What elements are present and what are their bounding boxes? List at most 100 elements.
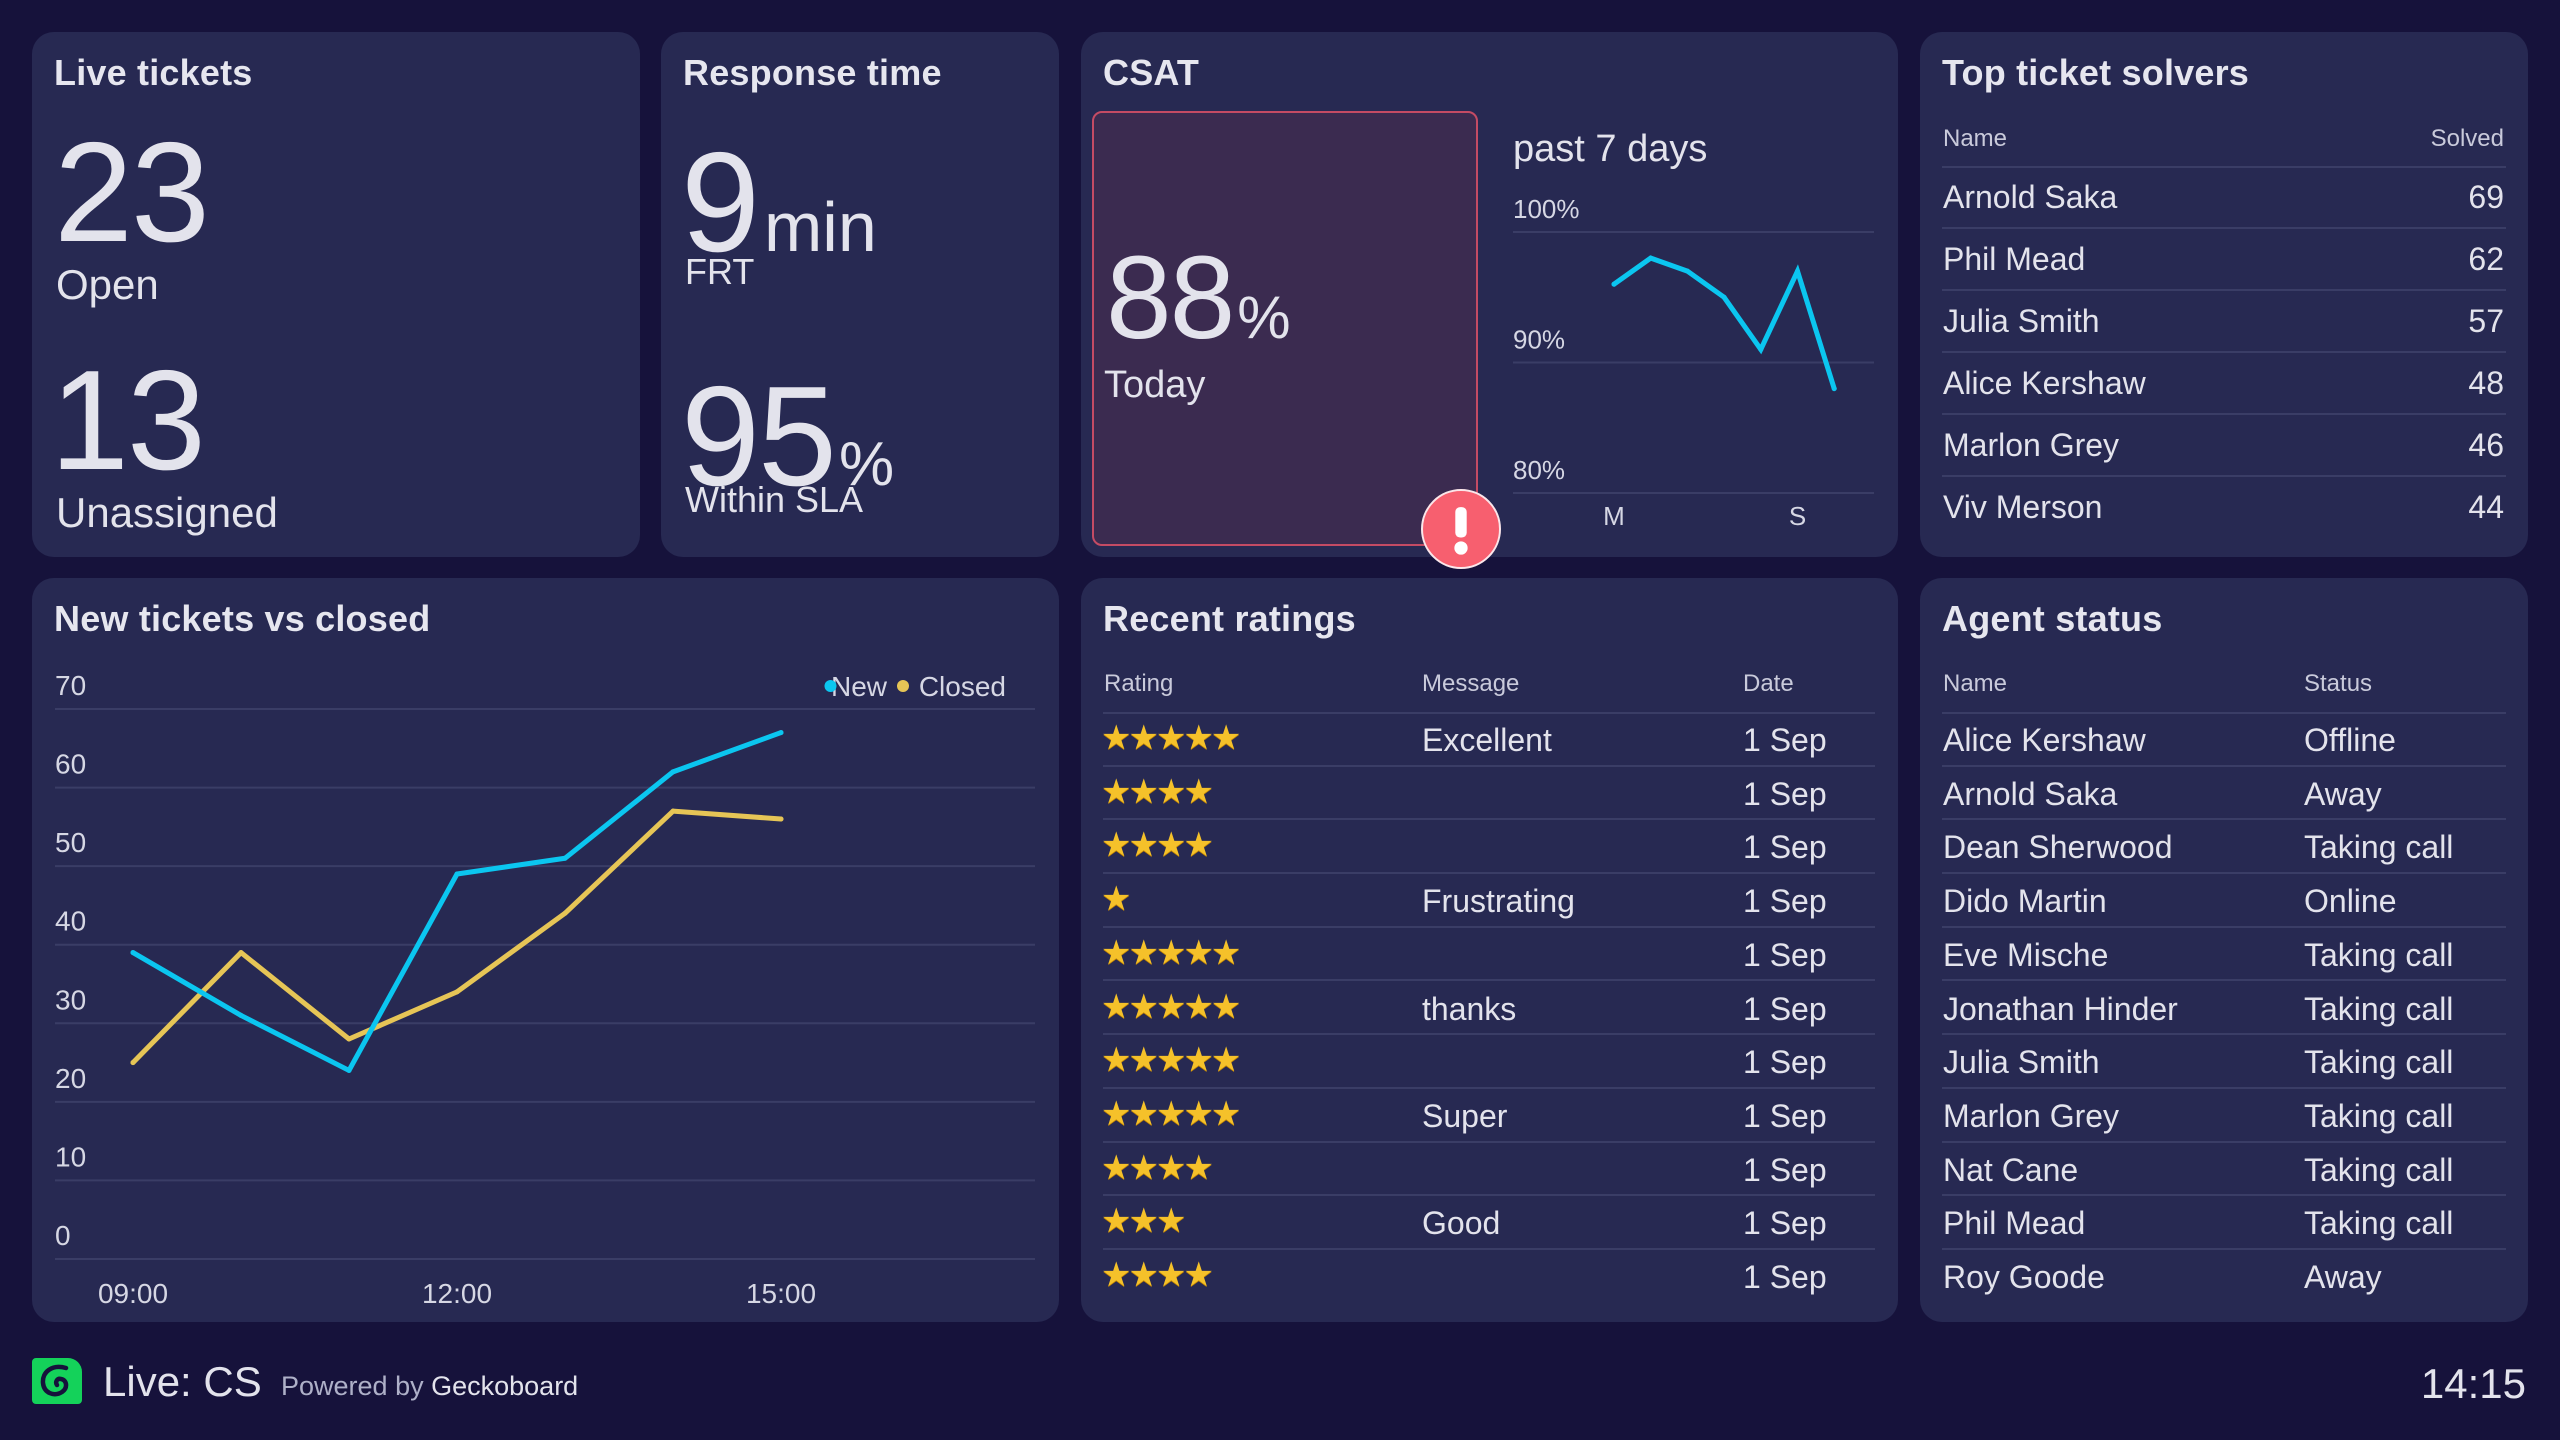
table-row: ★★★ Good 1 Sep	[1081, 1195, 1898, 1250]
agent-name: Dean Sherwood	[1943, 829, 2173, 866]
frt-label: FRT	[685, 251, 755, 292]
sla-label: Within SLA	[685, 479, 864, 520]
rating-date: 1 Sep	[1743, 1259, 1827, 1295]
table-row: Alice Kershaw 48	[1920, 352, 2528, 415]
rating-message: Frustrating	[1422, 883, 1575, 920]
rating-date: 1 Sep	[1743, 1097, 1827, 1134]
agent-status: Taking call	[2304, 1044, 2454, 1081]
y-tick-label: 40	[55, 906, 86, 937]
data-point-closed	[670, 808, 676, 814]
agent-status: Taking call	[2304, 936, 2454, 973]
column-header-message: Message	[1422, 670, 1520, 697]
data-point-csat	[1758, 346, 1764, 352]
x-tick-label: 12:00	[422, 1278, 492, 1309]
solver-name: Viv Merson	[1943, 489, 2103, 525]
csat-today-value: 88	[1106, 232, 1235, 364]
y-tick-label: 30	[55, 984, 86, 1015]
data-point-closed	[130, 1060, 136, 1066]
table-row: Arnold Saka 69	[1920, 166, 2528, 229]
table-row: Phil Mead 62	[1920, 228, 2528, 291]
agent-status: Away	[2304, 775, 2382, 812]
data-point-csat	[1831, 386, 1837, 392]
table-row: Alice Kershaw Offline	[1920, 712, 2528, 767]
table-row: Nat Cane Taking call	[1920, 1142, 2528, 1197]
table-row: Arnold Saka Away	[1920, 766, 2528, 821]
solver-count: 57	[2468, 303, 2504, 339]
rating-date: 1 Sep	[1743, 775, 1827, 812]
table-row: ★★★★★ 1 Sep	[1081, 1034, 1898, 1089]
table-row: Phil Mead Taking call	[1920, 1195, 2528, 1250]
data-point-new	[130, 950, 136, 956]
data-point-closed	[346, 1036, 352, 1042]
rating-date: 1 Sep	[1743, 936, 1827, 973]
column-header-name: Name	[1943, 670, 2008, 697]
csat-today-label: Today	[1104, 364, 1206, 406]
new-vs-closed-chart: 0 10 20 30 40 50 60 70 09:00 12:00 15:00 Closed New	[55, 670, 1035, 1309]
exclamation-icon[interactable]	[1421, 489, 1501, 569]
agent-name: Dido Martin	[1943, 883, 2107, 920]
response-time-widget: Response time 9min FRT 95% Within SLA	[661, 32, 1059, 557]
solver-name: Alice Kershaw	[1943, 365, 2146, 401]
data-point-closed	[454, 989, 460, 995]
unassigned-tickets-value: 13	[50, 341, 206, 500]
table-row: ★★★★ 1 Sep	[1081, 766, 1898, 821]
frt-unit: min	[763, 188, 877, 266]
agent-status: Taking call	[2304, 990, 2454, 1027]
star-rating-icon: ★★★★	[1101, 1148, 1214, 1187]
solver-count: 44	[2468, 489, 2504, 525]
column-header-status: Status	[2304, 670, 2373, 697]
data-point-new	[346, 1067, 352, 1073]
solver-name: Phil Mead	[1943, 241, 2086, 277]
x-tick-label: 09:00	[98, 1278, 168, 1309]
logo-swirl	[40, 1364, 69, 1397]
agent-status: Away	[2304, 1259, 2382, 1295]
table-row: Viv Merson 44	[1920, 476, 2528, 538]
y-tick-label: 100%	[1513, 194, 1580, 224]
table-row: Marlon Grey 46	[1920, 414, 2528, 477]
data-point-new	[238, 1012, 244, 1018]
legend-label-new: New	[831, 671, 888, 702]
agent-status: Taking call	[2304, 829, 2454, 866]
table-row: ★ Frustrating 1 Sep	[1081, 873, 1898, 928]
data-point-csat	[1611, 281, 1617, 287]
data-point-new	[454, 871, 460, 877]
table-row: ★★★★★ 1 Sep	[1081, 927, 1898, 982]
solver-count: 69	[2468, 179, 2504, 215]
open-tickets-label: Open	[56, 261, 159, 308]
recent-ratings-widget: Recent ratings Rating Message Date ★★★★★…	[1081, 578, 1898, 1322]
table-row: Roy Goode Away	[1920, 1249, 2528, 1303]
csat-widget: CSAT 88% Today past 7 days 100% 90% 80% M S	[1081, 32, 1898, 569]
legend-label-closed: Closed	[919, 671, 1006, 702]
solver-name: Marlon Grey	[1943, 427, 2120, 463]
y-tick-label: 90%	[1513, 325, 1565, 355]
agent-name: Phil Mead	[1943, 1205, 2086, 1242]
series-line-new	[130, 730, 784, 1073]
exclamation-glyph	[1454, 507, 1468, 555]
agent-status: Taking call	[2304, 1097, 2454, 1134]
rating-message: Super	[1422, 1097, 1508, 1134]
open-tickets-value: 23	[54, 113, 210, 272]
agent-name: Eve Mische	[1943, 936, 2109, 973]
live-tickets-widget: Live tickets 23 Open 13 Unassigned	[32, 32, 640, 557]
legend-dot-new	[824, 680, 837, 692]
agent-status-widget: Agent status Name Status Alice Kershaw Of…	[1920, 578, 2528, 1322]
csat-today-group: 88%	[1106, 239, 1291, 357]
geckoboard-logo-icon	[32, 1358, 82, 1404]
solver-name: Arnold Saka	[1943, 179, 2118, 215]
table-row: Dido Martin Online	[1920, 873, 2528, 928]
star-rating-icon: ★	[1101, 880, 1132, 919]
column-header-rating: Rating	[1104, 670, 1174, 697]
data-point-csat	[1648, 255, 1654, 261]
data-point-csat	[1795, 268, 1800, 274]
data-point-csat	[1721, 294, 1727, 300]
rating-date: 1 Sep	[1743, 722, 1827, 758]
legend-dot-closed	[897, 680, 909, 692]
widget-title: Recent ratings	[1103, 598, 1356, 639]
solver-count: 48	[2468, 365, 2504, 401]
column-header-date: Date	[1743, 670, 1794, 697]
agent-status: Offline	[2304, 722, 2396, 758]
powered-by[interactable]: Powered by Geckoboard	[281, 1371, 578, 1402]
data-point-new	[562, 855, 568, 861]
data-point-new	[778, 730, 784, 736]
widget-title: Top ticket solvers	[1942, 52, 2250, 93]
